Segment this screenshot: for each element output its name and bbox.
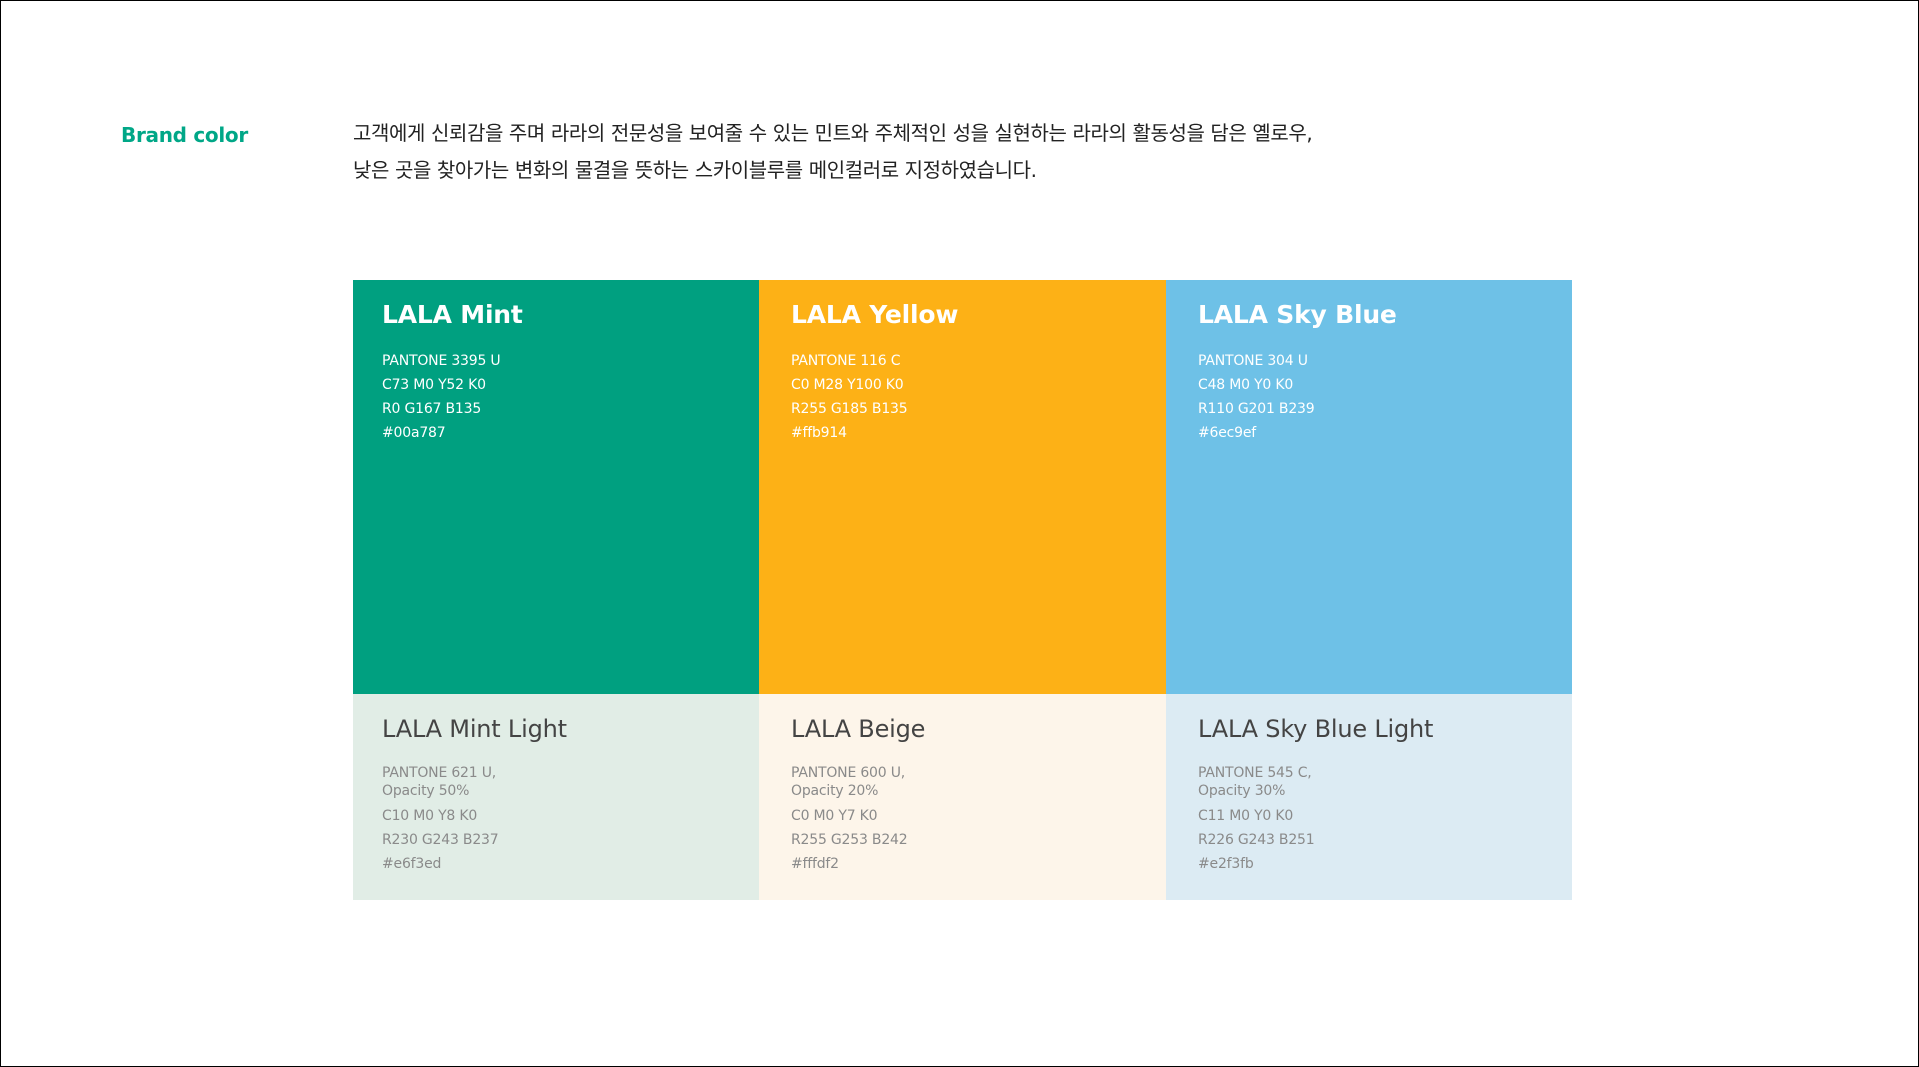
swatch-name: LALA Beige [791, 715, 926, 743]
rgb-value: R110 G201 B239 [1198, 401, 1315, 417]
cmyk-value: C0 M28 Y100 K0 [791, 377, 904, 393]
opacity-value: Opacity 50% [382, 783, 470, 799]
cmyk-value: C10 M0 Y8 K0 [382, 808, 478, 824]
pantone-code: PANTONE 621 U, [382, 765, 497, 781]
swatch-specs: PANTONE 304 U C48 M0 Y0 K0 R110 G201 B23… [1198, 349, 1572, 445]
opacity-value: Opacity 30% [1198, 783, 1286, 799]
rgb-value: R0 G167 B135 [382, 401, 482, 417]
swatch-name: LALA Sky Blue Light [1198, 715, 1434, 743]
color-palette: LALA Mint PANTONE 3395 U C73 M0 Y52 K0 R… [353, 280, 1572, 900]
hex-value: #e6f3ed [382, 856, 442, 872]
swatch-name: LALA Mint [382, 300, 523, 329]
pantone-code: PANTONE 304 U [1198, 353, 1308, 369]
swatch-lala-sky-blue: LALA Sky Blue PANTONE 304 U C48 M0 Y0 K0… [1166, 280, 1572, 694]
cmyk-value: C73 M0 Y52 K0 [382, 377, 486, 393]
hex-value: #00a787 [382, 425, 446, 441]
swatch-name: LALA Sky Blue [1198, 300, 1397, 329]
page-frame: Brand color 고객에게 신뢰감을 주며 라라의 전문성을 보여줄 수 … [0, 0, 1919, 1067]
intro-line-2: 낮은 곳을 찾아가는 변화의 물결을 뜻하는 스카이블루를 메인컬러로 지정하였… [353, 158, 1037, 182]
swatch-lala-yellow: LALA Yellow PANTONE 116 C C0 M28 Y100 K0… [759, 280, 1166, 694]
section-label: Brand color [121, 123, 248, 147]
cmyk-value: C48 M0 Y0 K0 [1198, 377, 1294, 393]
primary-colors-row: LALA Mint PANTONE 3395 U C73 M0 Y52 K0 R… [353, 280, 1572, 694]
swatch-name: LALA Mint Light [382, 715, 567, 743]
hex-value: #e2f3fb [1198, 856, 1254, 872]
swatch-specs: PANTONE 3395 U C73 M0 Y52 K0 R0 G167 B13… [382, 349, 759, 445]
pantone-code: PANTONE 545 C, [1198, 765, 1312, 781]
swatch-name: LALA Yellow [791, 300, 959, 329]
rgb-value: R226 G243 B251 [1198, 832, 1315, 848]
hex-value: #fffdf2 [791, 856, 839, 872]
secondary-colors-row: LALA Mint Light PANTONE 621 U, Opacity 5… [353, 694, 1572, 900]
intro-text: 고객에게 신뢰감을 주며 라라의 전문성을 보여줄 수 있는 민트와 주체적인 … [353, 115, 1453, 189]
rgb-value: R255 G253 B242 [791, 832, 908, 848]
swatch-lala-sky-blue-light: LALA Sky Blue Light PANTONE 545 C, Opaci… [1166, 694, 1572, 900]
swatch-lala-mint: LALA Mint PANTONE 3395 U C73 M0 Y52 K0 R… [353, 280, 759, 694]
pantone-code: PANTONE 116 C [791, 353, 901, 369]
cmyk-value: C0 M0 Y7 K0 [791, 808, 878, 824]
swatch-specs: PANTONE 621 U, Opacity 50% C10 M0 Y8 K0 … [382, 764, 759, 876]
rgb-value: R255 G185 B135 [791, 401, 908, 417]
hex-value: #ffb914 [791, 425, 847, 441]
pantone-code: PANTONE 600 U, [791, 765, 906, 781]
pantone-code: PANTONE 3395 U [382, 353, 501, 369]
cmyk-value: C11 M0 Y0 K0 [1198, 808, 1294, 824]
swatch-lala-beige: LALA Beige PANTONE 600 U, Opacity 20% C0… [759, 694, 1166, 900]
intro-line-1: 고객에게 신뢰감을 주며 라라의 전문성을 보여줄 수 있는 민트와 주체적인 … [353, 121, 1313, 145]
swatch-specs: PANTONE 600 U, Opacity 20% C0 M0 Y7 K0 R… [791, 764, 1166, 876]
rgb-value: R230 G243 B237 [382, 832, 499, 848]
opacity-value: Opacity 20% [791, 783, 879, 799]
swatch-specs: PANTONE 545 C, Opacity 30% C11 M0 Y0 K0 … [1198, 764, 1572, 876]
hex-value: #6ec9ef [1198, 425, 1256, 441]
swatch-specs: PANTONE 116 C C0 M28 Y100 K0 R255 G185 B… [791, 349, 1166, 445]
swatch-lala-mint-light: LALA Mint Light PANTONE 621 U, Opacity 5… [353, 694, 759, 900]
